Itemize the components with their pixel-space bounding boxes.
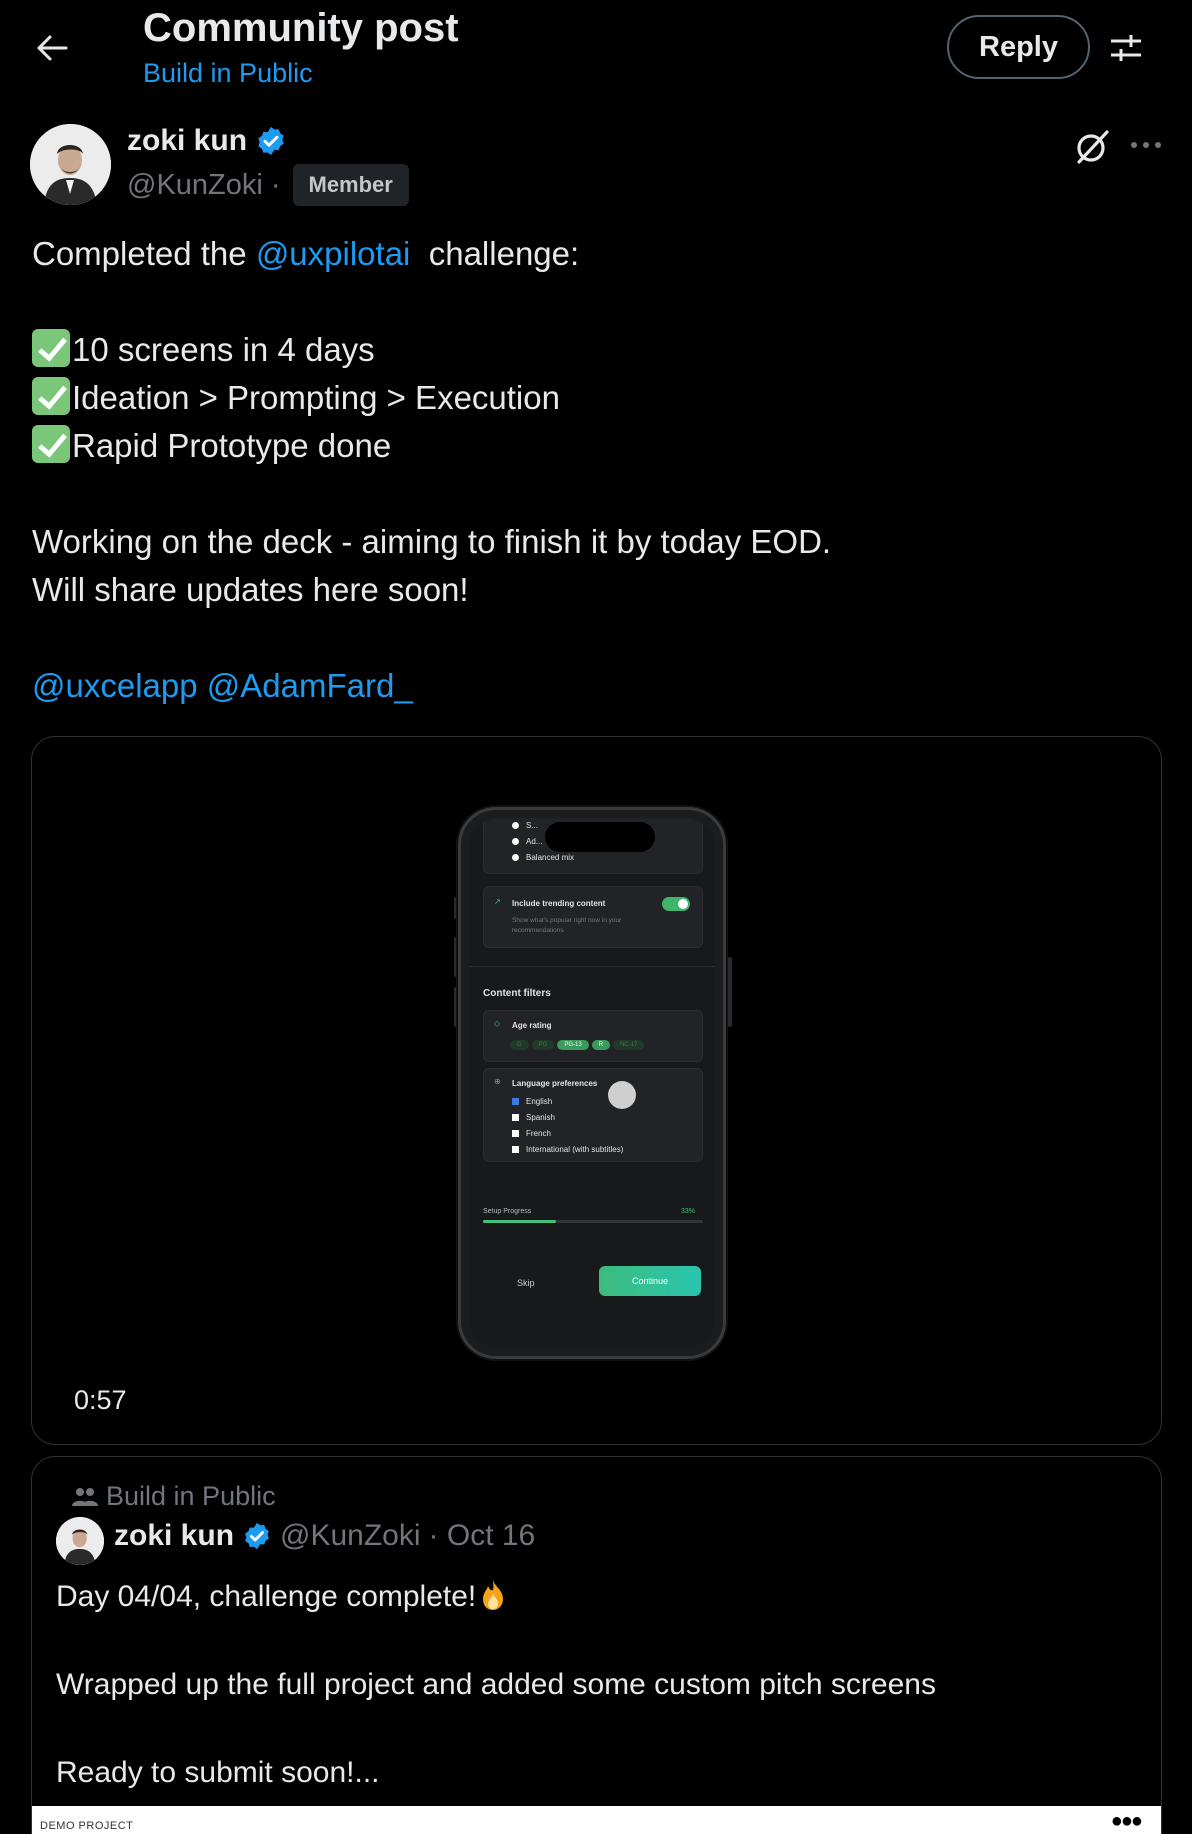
avatar[interactable] bbox=[30, 124, 111, 205]
arrow-left-icon bbox=[37, 35, 68, 61]
quoted-line: Day 04/04, challenge complete! bbox=[56, 1577, 1136, 1617]
image-caption: DEMO PROJECT bbox=[40, 1820, 134, 1832]
post-text: challenge: bbox=[410, 235, 580, 272]
continue-button-mock: Continue bbox=[599, 1266, 701, 1296]
reply-button[interactable]: Reply bbox=[947, 15, 1090, 79]
top-bar: Community post Build in Public Reply bbox=[0, 0, 1192, 100]
settings-button[interactable] bbox=[1100, 24, 1152, 72]
verified-badge-icon bbox=[258, 127, 284, 155]
post-line: Completed the @uxpilotai challenge: bbox=[32, 230, 1152, 278]
checklist-text: 10 screens in 4 days bbox=[72, 331, 375, 368]
video-duration: 0:57 bbox=[74, 1385, 127, 1415]
verified-badge-icon bbox=[245, 1522, 269, 1550]
quoted-text: Ready to submit soon!... bbox=[56, 1756, 380, 1789]
grok-icon bbox=[1077, 130, 1109, 164]
avatar-image bbox=[56, 1517, 104, 1565]
check-mark-icon bbox=[32, 329, 70, 367]
avatar-image bbox=[30, 124, 111, 205]
check-mark-icon bbox=[32, 377, 70, 415]
mention-link[interactable]: @uxpilotai bbox=[256, 235, 411, 272]
member-badge: Member bbox=[292, 164, 409, 206]
author-handle-row: @KunZoki · Member bbox=[127, 164, 409, 206]
phone-mockup: S... Ad... Balanced mix ↗ Include trendi… bbox=[458, 807, 726, 1359]
quoted-author-row: zoki kun @KunZoki · Oct 16 bbox=[114, 1519, 535, 1553]
sliders-icon bbox=[1111, 35, 1141, 61]
post-text: Will share updates here soon! bbox=[32, 571, 469, 608]
community-icon bbox=[72, 1487, 98, 1506]
author-handle[interactable]: @KunZoki bbox=[127, 169, 263, 202]
separator: · bbox=[270, 168, 281, 201]
quoted-image-preview[interactable]: DEMO PROJECT ●●● bbox=[32, 1806, 1161, 1834]
trending-card: ↗ Include trending content Show what's p… bbox=[483, 886, 703, 948]
check-mark-icon bbox=[32, 425, 70, 463]
page-title: Community post bbox=[143, 6, 459, 50]
post-text: Working on the deck - aiming to finish i… bbox=[32, 523, 832, 560]
more-horizontal-icon: ●●● bbox=[1110, 1810, 1143, 1832]
trending-toggle bbox=[662, 897, 690, 911]
community-link[interactable]: Build in Public bbox=[143, 58, 313, 89]
checklist-item: 10 screens in 4 days bbox=[32, 326, 1152, 374]
mentions-link[interactable]: @uxcelapp @AdamFard_ bbox=[32, 662, 1152, 710]
fire-emoji-icon bbox=[483, 1580, 504, 1610]
phone-notch bbox=[545, 822, 655, 852]
phone-side-button bbox=[728, 957, 732, 1027]
author-handle: @KunZoki bbox=[280, 1519, 421, 1552]
community-name: Build in Public bbox=[106, 1481, 276, 1511]
checklist-item: Rapid Prototype done bbox=[32, 422, 1152, 470]
shield-icon: ◇ bbox=[494, 1019, 501, 1028]
trend-icon: ↗ bbox=[494, 897, 501, 906]
checklist-text: Rapid Prototype done bbox=[72, 427, 392, 464]
age-rating-card: ◇ Age rating G PG PG-13 R NC-17 bbox=[483, 1010, 703, 1062]
community-label[interactable]: Build in Public bbox=[72, 1481, 276, 1512]
quoted-text: Day 04/04, challenge complete! bbox=[56, 1580, 477, 1613]
touch-indicator bbox=[608, 1081, 636, 1109]
more-options-button[interactable] bbox=[1124, 130, 1168, 160]
post-body: Completed the @uxpilotai challenge: 10 s… bbox=[32, 230, 1152, 710]
post-date[interactable]: · Oct 16 bbox=[429, 1519, 536, 1553]
globe-icon: ⊕ bbox=[494, 1077, 501, 1086]
quoted-body: Day 04/04, challenge complete! Wrapped u… bbox=[56, 1577, 1136, 1793]
author-name[interactable]: zoki kun bbox=[114, 1519, 234, 1553]
quoted-post[interactable]: Build in Public zoki kun @KunZoki · Oct … bbox=[31, 1456, 1162, 1834]
phone-screen: S... Ad... Balanced mix ↗ Include trendi… bbox=[469, 818, 715, 1348]
quoted-text: Wrapped up the full project and added so… bbox=[56, 1668, 936, 1701]
more-horizontal-icon bbox=[1131, 142, 1161, 148]
author-name-text: zoki kun bbox=[127, 124, 248, 157]
grok-button[interactable] bbox=[1071, 124, 1115, 168]
checklist-text: Ideation > Prompting > Execution bbox=[72, 379, 560, 416]
checklist-item: Ideation > Prompting > Execution bbox=[32, 374, 1152, 422]
avatar[interactable] bbox=[56, 1517, 104, 1565]
post-text: Completed the bbox=[32, 235, 256, 272]
language-card: ⊕ Language preferences English Spanish F… bbox=[483, 1068, 703, 1162]
setup-progress-bar bbox=[483, 1220, 703, 1223]
back-button[interactable] bbox=[28, 24, 76, 72]
author-name[interactable]: zoki kun bbox=[127, 124, 287, 158]
video-player[interactable]: S... Ad... Balanced mix ↗ Include trendi… bbox=[31, 736, 1162, 1445]
